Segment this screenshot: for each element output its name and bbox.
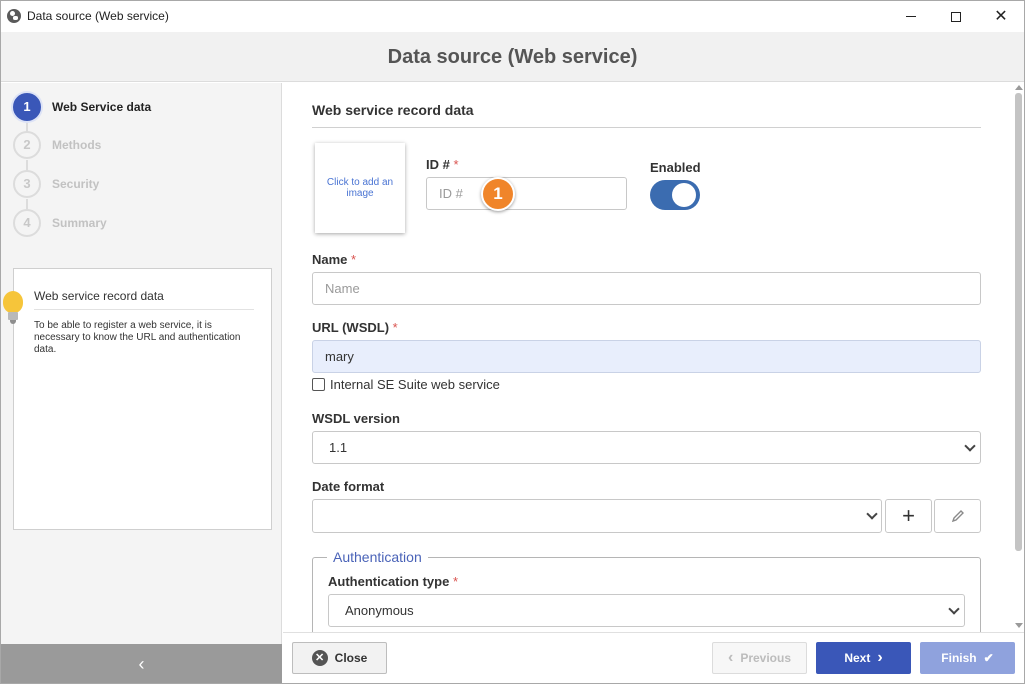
section-divider (312, 127, 981, 128)
wsdl-version-value: 1.1 (329, 440, 348, 455)
finish-button[interactable]: Finish ✔ (920, 642, 1015, 674)
date-format-select[interactable] (312, 499, 882, 533)
next-button-label: Next (844, 651, 871, 665)
minimize-button[interactable] (888, 1, 934, 32)
authentication-type-select[interactable]: Anonymous (328, 594, 965, 627)
id-label-text: ID # (426, 157, 450, 172)
step-label: Security (52, 177, 100, 191)
step-number: 2 (13, 131, 41, 159)
id-input[interactable]: ID # (426, 177, 627, 210)
dialog-header: Data source (Web service) (1, 32, 1024, 82)
chevron-right-icon: › (877, 649, 883, 666)
step-label: Web Service data (52, 100, 152, 114)
previous-button-label: Previous (740, 651, 792, 665)
wizard-step-methods[interactable]: 2 Methods (13, 131, 273, 161)
required-mark: * (453, 157, 459, 172)
wizard-sidebar: 1 Web Service data 2 Methods 3 Security … (1, 83, 282, 644)
authentication-type-value: Anonymous (345, 603, 414, 618)
date-format-label: Date format (312, 479, 385, 494)
toggle-knob (672, 183, 696, 207)
image-upload-label: Click to add an image (326, 177, 394, 199)
step-badge: 1 (481, 177, 515, 211)
check-icon: ✔ (983, 651, 994, 665)
url-label-text: URL (WSDL) (312, 320, 390, 335)
required-mark: * (452, 574, 459, 589)
scroll-down-icon (1015, 623, 1023, 628)
help-title: Web service record data (34, 289, 254, 310)
lightbulb-icon (2, 291, 24, 327)
wizard-step-security[interactable]: 3 Security (13, 170, 273, 200)
globe-icon (7, 9, 21, 23)
scroll-up-icon (1015, 85, 1023, 90)
enabled-label: Enabled (650, 160, 701, 175)
next-button[interactable]: Next › (816, 642, 911, 674)
step-number: 1 (13, 93, 41, 121)
url-input[interactable]: mary (312, 340, 981, 373)
wizard-step-summary[interactable]: 4 Summary (13, 209, 273, 239)
close-button[interactable]: ✕ Close (292, 642, 387, 674)
help-panel: Web service record data To be able to re… (3, 268, 272, 530)
maximize-button[interactable] (933, 1, 979, 32)
wsdl-version-select[interactable]: 1.1 (312, 431, 981, 464)
name-label-text: Name (312, 252, 348, 267)
authentication-legend: Authentication (327, 549, 428, 565)
step-number: 3 (13, 170, 41, 198)
title-bar: Data source (Web service) ✕ (1, 1, 1024, 32)
close-circle-icon: ✕ (311, 650, 328, 666)
authentication-type-label: Authentication type * (328, 574, 458, 589)
close-button-label: Close (334, 651, 368, 665)
finish-button-label: Finish (941, 651, 977, 665)
authentication-type-label-text: Authentication type (328, 574, 450, 589)
step-number: 4 (13, 209, 41, 237)
wsdl-version-label: WSDL version (312, 411, 400, 426)
help-text: To be able to register a web service, it… (34, 320, 241, 355)
dialog-title: Data source (Web service) (387, 46, 638, 68)
previous-button[interactable]: ‹ Previous (712, 642, 807, 674)
scrollbar-thumb[interactable] (1015, 93, 1022, 551)
minimize-icon (906, 16, 916, 17)
step-label: Methods (52, 138, 102, 152)
dialog-window: Data source (Web service) ✕ Data source … (0, 0, 1025, 684)
window-close-button[interactable]: ✕ (978, 1, 1024, 32)
form-panel: Web service record data Click to add an … (283, 83, 1024, 632)
id-label: ID # * (426, 157, 459, 172)
maximize-icon (951, 11, 961, 22)
step-label: Summary (52, 216, 107, 230)
url-label: URL (WSDL) * (312, 320, 398, 335)
vertical-scrollbar[interactable] (1013, 83, 1024, 632)
button-bar: ✕ Close ‹ Previous Next › Finish ✔ (283, 632, 1024, 683)
close-icon: ✕ (994, 7, 1008, 25)
internal-web-service-label: Internal SE Suite web service (330, 377, 500, 392)
required-mark: * (392, 320, 398, 335)
wizard-step-web-service-data[interactable]: 1 Web Service data (13, 93, 273, 123)
image-upload[interactable]: Click to add an image (315, 143, 405, 233)
section-title: Web service record data (312, 102, 474, 118)
pencil-icon (951, 510, 964, 523)
chevron-left-icon: ‹ (727, 649, 734, 666)
plus-icon: + (902, 503, 915, 528)
add-date-format-button[interactable]: + (885, 499, 932, 533)
chevron-left-icon: ‹ (138, 654, 145, 674)
name-input[interactable]: Name (312, 272, 981, 305)
edit-date-format-button[interactable] (934, 499, 981, 533)
required-mark: * (351, 252, 357, 267)
enabled-toggle[interactable] (650, 180, 700, 210)
name-label: Name * (312, 252, 356, 267)
collapse-sidebar-button[interactable]: ‹ (1, 644, 282, 683)
internal-web-service-checkbox[interactable] (312, 378, 325, 391)
window-title: Data source (Web service) (27, 9, 169, 23)
